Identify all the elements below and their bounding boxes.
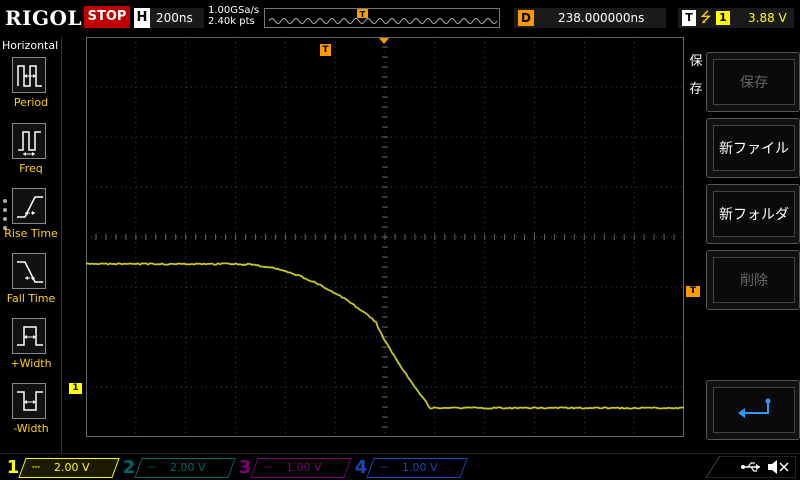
- falling-edge-icon: ⭍: [700, 9, 712, 27]
- channel-4-scale: 1.00 V: [402, 458, 438, 478]
- fall-time-icon: [12, 253, 46, 289]
- measure-rise-time-button[interactable]: Rise Time: [0, 188, 62, 248]
- measure-period-button[interactable]: Period: [0, 57, 62, 117]
- save-button[interactable]: 保存: [706, 52, 800, 112]
- sidebar-title: Horizontal: [2, 39, 58, 52]
- frequency-icon: [12, 123, 46, 159]
- measure-negative-width-label: -Width: [0, 422, 62, 435]
- run-stop-status[interactable]: STOP: [84, 6, 130, 28]
- measure-negative-width-button[interactable]: -Width: [0, 383, 62, 443]
- dc-coupling-icon: ⎓: [380, 459, 388, 477]
- positive-width-icon: [12, 318, 46, 354]
- new-folder-button-label: 新フォルダ: [713, 191, 795, 237]
- memory-overview-bar[interactable]: T: [264, 8, 500, 28]
- return-button[interactable]: [706, 380, 800, 440]
- delay-value: 238.000000ns: [558, 8, 644, 28]
- new-folder-button[interactable]: 新フォルダ: [706, 184, 800, 244]
- measure-fall-time-label: Fall Time: [0, 292, 62, 305]
- negative-width-icon: [12, 383, 46, 419]
- sample-rate: 1.00GSa/s: [208, 5, 259, 16]
- menu-tab-label-1: 保: [686, 48, 706, 76]
- period-icon: [12, 57, 46, 93]
- measure-positive-width-button[interactable]: +Width: [0, 318, 62, 378]
- delay-indicator[interactable]: D 238.000000ns: [514, 8, 666, 28]
- measure-rise-time-label: Rise Time: [0, 227, 62, 240]
- center-arrow-icon: [379, 38, 389, 45]
- trigger-position-marker[interactable]: T: [320, 44, 331, 56]
- timebase-indicator[interactable]: H 200ns: [134, 8, 204, 28]
- timebase-label: H: [134, 8, 150, 28]
- new-file-button[interactable]: 新ファイル: [706, 118, 800, 178]
- memory-depth: 2.40k pts: [208, 16, 259, 27]
- channel-2-scale: 2.00 V: [170, 458, 206, 478]
- measure-period-label: Period: [0, 96, 62, 109]
- measure-frequency-button[interactable]: Freq: [0, 123, 62, 183]
- status-icons: [706, 456, 796, 478]
- channel-3-indicator[interactable]: 3 ⎓ 1.00 V: [236, 456, 348, 480]
- trigger-source: 1: [716, 11, 730, 25]
- speaker-muted-icon: [768, 460, 788, 474]
- acquisition-info: 1.00GSa/s 2.40k pts: [208, 5, 259, 27]
- channel-2-indicator[interactable]: 2 ⎓ 2.00 V: [120, 456, 232, 480]
- return-icon: [713, 387, 795, 433]
- delay-label: D: [518, 10, 534, 26]
- timebase-value: 200ns: [156, 8, 193, 28]
- measure-frequency-label: Freq: [0, 162, 62, 175]
- svg-text:T: T: [360, 10, 366, 19]
- menu-tab-label-2: 存: [686, 76, 706, 104]
- channel-4-indicator[interactable]: 4 ⎓ 1.00 V: [352, 456, 464, 480]
- dc-coupling-icon: ⎓: [32, 459, 40, 477]
- channel-3-scale: 1.00 V: [286, 458, 322, 478]
- trigger-indicator[interactable]: T ⭍ 1 3.88 V: [678, 8, 794, 28]
- measurement-sidebar: Horizontal Period Freq Rise Time Fall Ti…: [0, 37, 62, 453]
- rise-time-icon: [12, 188, 46, 224]
- memory-overview-waveform: T: [265, 9, 501, 29]
- channel-1-scale: 2.00 V: [54, 458, 90, 478]
- trigger-level-value: 3.88 V: [748, 8, 787, 28]
- waveform-display[interactable]: [86, 37, 684, 437]
- usb-icon: [741, 463, 760, 471]
- channel-1-indicator[interactable]: 1 ⎓ 2.00 V: [4, 456, 116, 480]
- delete-button[interactable]: 削除: [706, 250, 800, 310]
- status-bar: RIGOL STOP H 200ns 1.00GSa/s 2.40k pts T…: [0, 0, 800, 36]
- waveform-grid: [86, 37, 684, 437]
- dc-coupling-icon: ⎓: [264, 459, 272, 477]
- measure-positive-width-label: +Width: [0, 357, 62, 370]
- dc-coupling-icon: ⎓: [148, 459, 156, 477]
- save-menu: 保 存 保存 新ファイル 新フォルダ 削除: [686, 40, 800, 436]
- save-button-label: 保存: [713, 59, 795, 105]
- ch1-offset-marker[interactable]: 1: [69, 383, 82, 394]
- brand-logo: RIGOL: [5, 6, 82, 30]
- new-file-button-label: 新ファイル: [713, 125, 795, 171]
- measure-fall-time-button[interactable]: Fall Time: [0, 253, 62, 313]
- trigger-label: T: [682, 10, 696, 26]
- delete-button-label: 削除: [713, 257, 795, 303]
- channel-bar: 1 ⎓ 2.00 V 2 ⎓ 2.00 V 3 ⎓ 1.00 V 4 ⎓ 1.0…: [0, 453, 800, 480]
